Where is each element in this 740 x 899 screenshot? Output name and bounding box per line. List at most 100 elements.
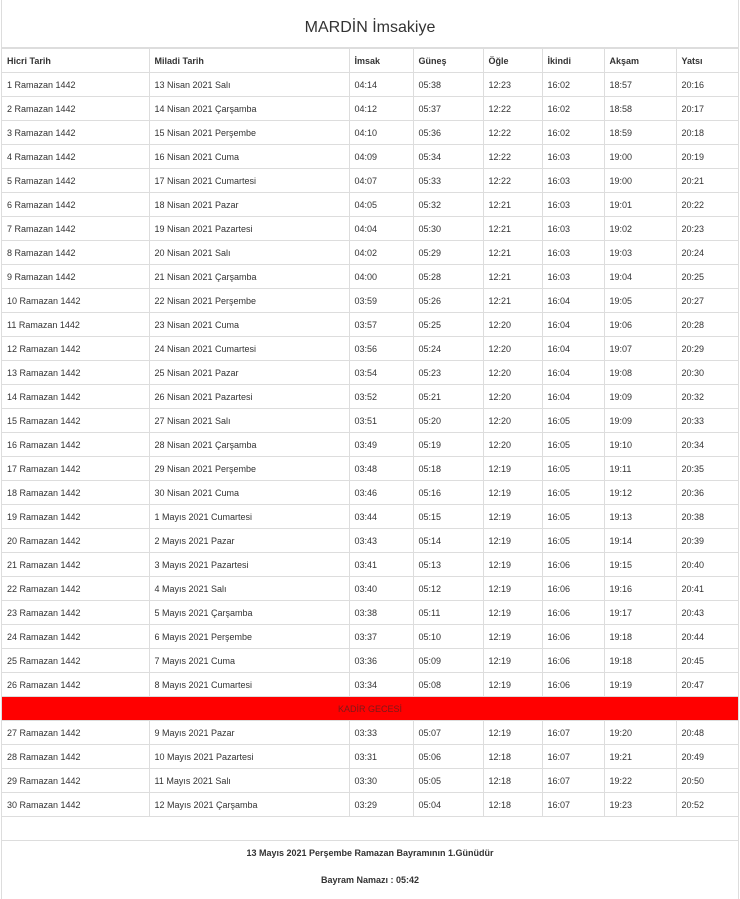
cell-gunes: 05:07 bbox=[412, 720, 484, 745]
cell-ogle: 12:20 bbox=[482, 384, 543, 409]
cell-hicri-tarih: 28 Ramazan 1442 bbox=[2, 744, 150, 769]
cell-ikindi: 16:04 bbox=[541, 336, 605, 361]
cell-ogle: 12:19 bbox=[482, 552, 543, 577]
cell-ogle: 12:20 bbox=[482, 432, 543, 457]
cell-aksam: 19:11 bbox=[603, 456, 677, 481]
cell-imsak: 03:29 bbox=[348, 792, 414, 817]
cell-aksam: 19:15 bbox=[603, 552, 677, 577]
cell-aksam: 19:01 bbox=[603, 192, 677, 217]
cell-aksam: 19:10 bbox=[603, 432, 677, 457]
cell-aksam: 19:23 bbox=[603, 792, 677, 817]
cell-ogle: 12:19 bbox=[482, 528, 543, 553]
cell-ogle: 12:20 bbox=[482, 336, 543, 361]
cell-ikindi: 16:07 bbox=[541, 792, 605, 817]
cell-yatsi: 20:30 bbox=[675, 360, 738, 385]
cell-miladi-tarih: 4 Mayıs 2021 Salı bbox=[148, 576, 350, 601]
cell-ikindi: 16:05 bbox=[541, 480, 605, 505]
page-title: MARDİN İmsakiye bbox=[2, 0, 738, 48]
cell-miladi-tarih: 26 Nisan 2021 Pazartesi bbox=[148, 384, 350, 409]
cell-gunes: 05:26 bbox=[412, 288, 484, 313]
cell-hicri-tarih: 21 Ramazan 1442 bbox=[2, 552, 150, 577]
table-header-row: Hicri Tarih Miladi Tarih İmsak Güneş Öğle İki… bbox=[2, 48, 738, 73]
cell-gunes: 05:11 bbox=[412, 600, 484, 625]
cell-yatsi: 20:49 bbox=[675, 744, 738, 769]
cell-yatsi: 20:35 bbox=[675, 456, 738, 481]
cell-hicri-tarih: 29 Ramazan 1442 bbox=[2, 768, 150, 793]
cell-imsak: 04:09 bbox=[348, 144, 414, 169]
table-row: 5 Ramazan 1442 17 Nisan 2021 Cumartesi 04:… bbox=[2, 168, 738, 193]
cell-gunes: 05:09 bbox=[412, 648, 484, 673]
cell-miladi-tarih: 15 Nisan 2021 Perşembe bbox=[148, 120, 350, 145]
cell-ikindi: 16:06 bbox=[541, 624, 605, 649]
cell-yatsi: 20:40 bbox=[675, 552, 738, 577]
cell-yatsi: 20:43 bbox=[675, 600, 738, 625]
column-header-gunes: Güneş bbox=[412, 48, 484, 73]
cell-gunes: 05:25 bbox=[412, 312, 484, 337]
cell-hicri-tarih: 9 Ramazan 1442 bbox=[2, 264, 150, 289]
cell-yatsi: 20:34 bbox=[675, 432, 738, 457]
cell-aksam: 18:59 bbox=[603, 120, 677, 145]
cell-miladi-tarih: 9 Mayıs 2021 Pazar bbox=[148, 720, 350, 745]
cell-ogle: 12:22 bbox=[482, 144, 543, 169]
cell-hicri-tarih: 22 Ramazan 1442 bbox=[2, 576, 150, 601]
cell-ogle: 12:19 bbox=[482, 672, 543, 697]
table-row: 29 Ramazan 1442 11 Mayıs 2021 Salı 03:30 05… bbox=[2, 768, 738, 793]
cell-aksam: 19:07 bbox=[603, 336, 677, 361]
cell-gunes: 05:32 bbox=[412, 192, 484, 217]
table-row: 27 Ramazan 1442 9 Mayıs 2021 Pazar 03:33 05… bbox=[2, 720, 738, 745]
cell-imsak: 04:00 bbox=[348, 264, 414, 289]
cell-hicri-tarih: 23 Ramazan 1442 bbox=[2, 600, 150, 625]
cell-ikindi: 16:07 bbox=[541, 768, 605, 793]
cell-yatsi: 20:41 bbox=[675, 576, 738, 601]
cell-imsak: 03:49 bbox=[348, 432, 414, 457]
cell-yatsi: 20:33 bbox=[675, 408, 738, 433]
column-header-aksam: Akşam bbox=[603, 48, 677, 73]
cell-hicri-tarih: 1 Ramazan 1442 bbox=[2, 72, 150, 97]
cell-ogle: 12:20 bbox=[482, 408, 543, 433]
cell-aksam: 19:09 bbox=[603, 384, 677, 409]
cell-hicri-tarih: 3 Ramazan 1442 bbox=[2, 120, 150, 145]
cell-miladi-tarih: 25 Nisan 2021 Pazar bbox=[148, 360, 350, 385]
cell-ikindi: 16:03 bbox=[541, 216, 605, 241]
kadir-gecesi-row: KADİR GECESİ bbox=[2, 696, 738, 721]
cell-aksam: 19:03 bbox=[603, 240, 677, 265]
cell-yatsi: 20:39 bbox=[675, 528, 738, 553]
cell-ikindi: 16:02 bbox=[541, 120, 605, 145]
cell-yatsi: 20:47 bbox=[675, 672, 738, 697]
cell-ikindi: 16:04 bbox=[541, 312, 605, 337]
cell-ogle: 12:20 bbox=[482, 360, 543, 385]
cell-yatsi: 20:27 bbox=[675, 288, 738, 313]
table-row: 4 Ramazan 1442 16 Nisan 2021 Cuma 04:09 05:… bbox=[2, 144, 738, 169]
cell-miladi-tarih: 3 Mayıs 2021 Pazartesi bbox=[148, 552, 350, 577]
table-row: 15 Ramazan 1442 27 Nisan 2021 Salı 03:51 05… bbox=[2, 408, 738, 433]
cell-miladi-tarih: 12 Mayıs 2021 Çarşamba bbox=[148, 792, 350, 817]
cell-ikindi: 16:02 bbox=[541, 96, 605, 121]
cell-yatsi: 20:19 bbox=[675, 144, 738, 169]
cell-imsak: 03:31 bbox=[348, 744, 414, 769]
bayram-date-text: 13 Mayıs 2021 Perşembe Ramazan Bayramını… bbox=[246, 848, 494, 858]
cell-miladi-tarih: 30 Nisan 2021 Cuma bbox=[148, 480, 350, 505]
cell-ikindi: 16:03 bbox=[541, 144, 605, 169]
cell-gunes: 05:18 bbox=[412, 456, 484, 481]
cell-ogle: 12:19 bbox=[482, 624, 543, 649]
cell-gunes: 05:08 bbox=[412, 672, 484, 697]
cell-yatsi: 20:45 bbox=[675, 648, 738, 673]
table-row: 7 Ramazan 1442 19 Nisan 2021 Pazartesi 04:… bbox=[2, 216, 738, 241]
cell-ogle: 12:21 bbox=[482, 192, 543, 217]
cell-hicri-tarih: 6 Ramazan 1442 bbox=[2, 192, 150, 217]
cell-miladi-tarih: 16 Nisan 2021 Cuma bbox=[148, 144, 350, 169]
cell-yatsi: 20:22 bbox=[675, 192, 738, 217]
table-row: 28 Ramazan 1442 10 Mayıs 2021 Pazartesi 03… bbox=[2, 744, 738, 769]
cell-miladi-tarih: 21 Nisan 2021 Çarşamba bbox=[148, 264, 350, 289]
cell-yatsi: 20:50 bbox=[675, 768, 738, 793]
cell-ikindi: 16:04 bbox=[541, 384, 605, 409]
cell-imsak: 03:41 bbox=[348, 552, 414, 577]
cell-hicri-tarih: 15 Ramazan 1442 bbox=[2, 408, 150, 433]
cell-ikindi: 16:07 bbox=[541, 720, 605, 745]
cell-gunes: 05:12 bbox=[412, 576, 484, 601]
cell-miladi-tarih: 22 Nisan 2021 Perşembe bbox=[148, 288, 350, 313]
cell-ikindi: 16:05 bbox=[541, 408, 605, 433]
cell-yatsi: 20:29 bbox=[675, 336, 738, 361]
cell-gunes: 05:06 bbox=[412, 744, 484, 769]
cell-aksam: 19:18 bbox=[603, 648, 677, 673]
